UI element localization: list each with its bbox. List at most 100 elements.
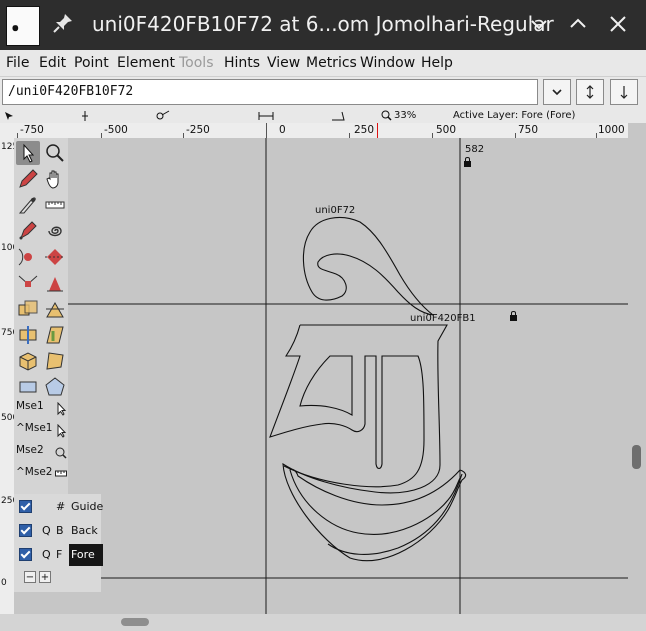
curve-point-icon[interactable] [16,245,40,269]
menu-hints[interactable]: Hints [224,55,260,71]
advance-width-value: 582 [465,144,484,155]
layer-quadratic-flag: Q [42,548,51,561]
vertical-scrollbar[interactable] [628,138,646,614]
chevron-up-icon[interactable] [566,12,590,36]
zoom-level: 33% [394,110,417,121]
polygon-icon[interactable] [43,375,67,399]
distance-icon [258,112,274,120]
pen-icon[interactable] [16,219,40,243]
pointer-icon[interactable] [16,141,40,165]
vertical-scroll-thumb[interactable] [632,445,641,469]
active-layer-label: Active Layer: Fore (Fore) [453,110,576,121]
pointer-icon [57,424,67,438]
corner-point-icon[interactable] [16,271,40,295]
info-bar: 33% Active Layer: Fore (Fore) [0,109,646,123]
horizontal-scrollbar[interactable] [0,614,646,631]
glyph-canvas[interactable]: 582 uni0F72 uni0F420FB1 [14,138,628,614]
glyph-dropdown-button[interactable] [543,79,571,105]
tangent-point-icon[interactable] [43,271,67,295]
ruler-tick-label: 0 [1,578,7,588]
ruler-tick-label: 250 [354,124,375,136]
zoom-icon [381,110,392,121]
next-glyph-button[interactable] [610,79,638,105]
hand-icon[interactable] [43,167,67,191]
previous-glyph-button[interactable] [576,79,604,105]
previous-glyph-icon [586,85,594,99]
layer-name[interactable]: Guide [71,500,103,513]
ruler-tick-label: 0 [279,124,286,136]
layer-quadratic-flag: Q [42,524,51,537]
glyph-drawing[interactable]: 582 uni0F72 uni0F420FB1 [14,138,628,614]
menu-element[interactable]: Element [117,55,175,71]
layer-quadratic-flag: # [56,500,66,513]
glyph-outline-ka-counter [299,355,353,416]
pencil-icon[interactable] [16,167,40,191]
layer-type-flag: B [56,524,64,537]
add-layer-button[interactable]: + [39,571,51,583]
vertical-ruler[interactable]: 1250 1000 750 500 250 0 [0,138,24,614]
horizontal-scroll-thumb[interactable] [121,618,149,626]
menu-help[interactable]: Help [421,55,453,71]
ruler-tick-label: 1000 [598,124,625,136]
fontforge-icon[interactable]: ꞏ [6,6,40,46]
mouse-button-label: Mse1 [16,400,44,412]
menu-bar: File Edit Point Element Tools Hints View… [0,50,646,77]
menu-window[interactable]: Window [360,55,415,71]
layers-panel: # Guide Q B Back Q F Fore − + [14,494,103,592]
scale-icon[interactable] [16,297,40,321]
pointer-icon [57,402,67,416]
glyph-name-bar: /uni0F420FB10F72 [0,77,646,109]
chevron-down-icon[interactable] [527,12,551,36]
skew-icon[interactable] [43,323,67,347]
selection-point-icon [82,111,88,121]
menu-point[interactable]: Point [74,55,109,71]
pin-icon[interactable] [52,12,74,34]
angle-icon [332,111,345,121]
hv-curve-point-icon[interactable] [43,245,67,269]
3d-rotate-icon[interactable] [16,349,40,373]
layer-row-fore[interactable]: Q F Fore [14,544,103,566]
close-icon[interactable] [606,12,630,36]
mouse-button-label: Mse2 [16,444,44,456]
pointer-position-icon [5,112,13,120]
menu-file[interactable]: File [6,55,29,71]
menu-edit[interactable]: Edit [39,55,66,71]
remove-layer-button[interactable]: − [24,571,36,583]
next-glyph-icon [620,86,628,99]
toolbox: Mse1 ^Mse1 Mse2 ^Mse2 [14,138,68,494]
lock-icon [464,157,471,167]
layer-row-back[interactable]: Q B Back [14,520,101,542]
layer-name[interactable]: Back [71,524,98,537]
glyph-outline-ka-body [269,324,425,488]
mouse-button-label: ^Mse1 [16,422,53,434]
ruler-icon[interactable] [43,193,67,217]
component-label-uni0F420FB1: uni0F420FB1 [410,313,476,324]
spiro-icon[interactable] [43,219,67,243]
ruler-icon [55,470,67,477]
ruler-tick-label: -750 [20,124,44,136]
perspective-icon[interactable] [43,349,67,373]
magnify-icon[interactable] [43,141,67,165]
component-label-uni0F72: uni0F72 [315,205,355,216]
glyph-outline-uni0F72 [302,216,434,316]
mouse-button-label: ^Mse2 [16,466,53,478]
menu-metrics[interactable]: Metrics [306,55,357,71]
layer-visible-checkbox[interactable] [19,524,32,537]
knife-icon[interactable] [16,193,40,217]
magnify-icon [55,447,67,459]
window-titlebar: ꞏ uni0F420FB10F72 at 6...om Jomolhari-Re… [0,0,646,50]
horizontal-ruler[interactable]: -750 -500 -250 0 250 500 750 1000 [0,123,628,139]
rectangle-icon[interactable] [16,375,40,399]
ruler-tick-label: 750 [518,124,539,136]
window-title: uni0F420FB10F72 at 6...om Jomolhari-Regu… [92,12,554,36]
flip-icon[interactable] [16,323,40,347]
layer-type-flag: F [56,548,63,561]
menu-view[interactable]: View [267,55,300,71]
layer-visible-checkbox[interactable] [19,500,32,513]
layer-name-active[interactable]: Fore [69,544,103,566]
rotate-icon[interactable] [43,297,67,321]
glyph-name-input[interactable]: /uni0F420FB10F72 [2,79,538,105]
offset-icon [156,110,170,120]
layer-row-guide[interactable]: # Guide [14,496,103,518]
layer-visible-checkbox[interactable] [19,548,32,561]
